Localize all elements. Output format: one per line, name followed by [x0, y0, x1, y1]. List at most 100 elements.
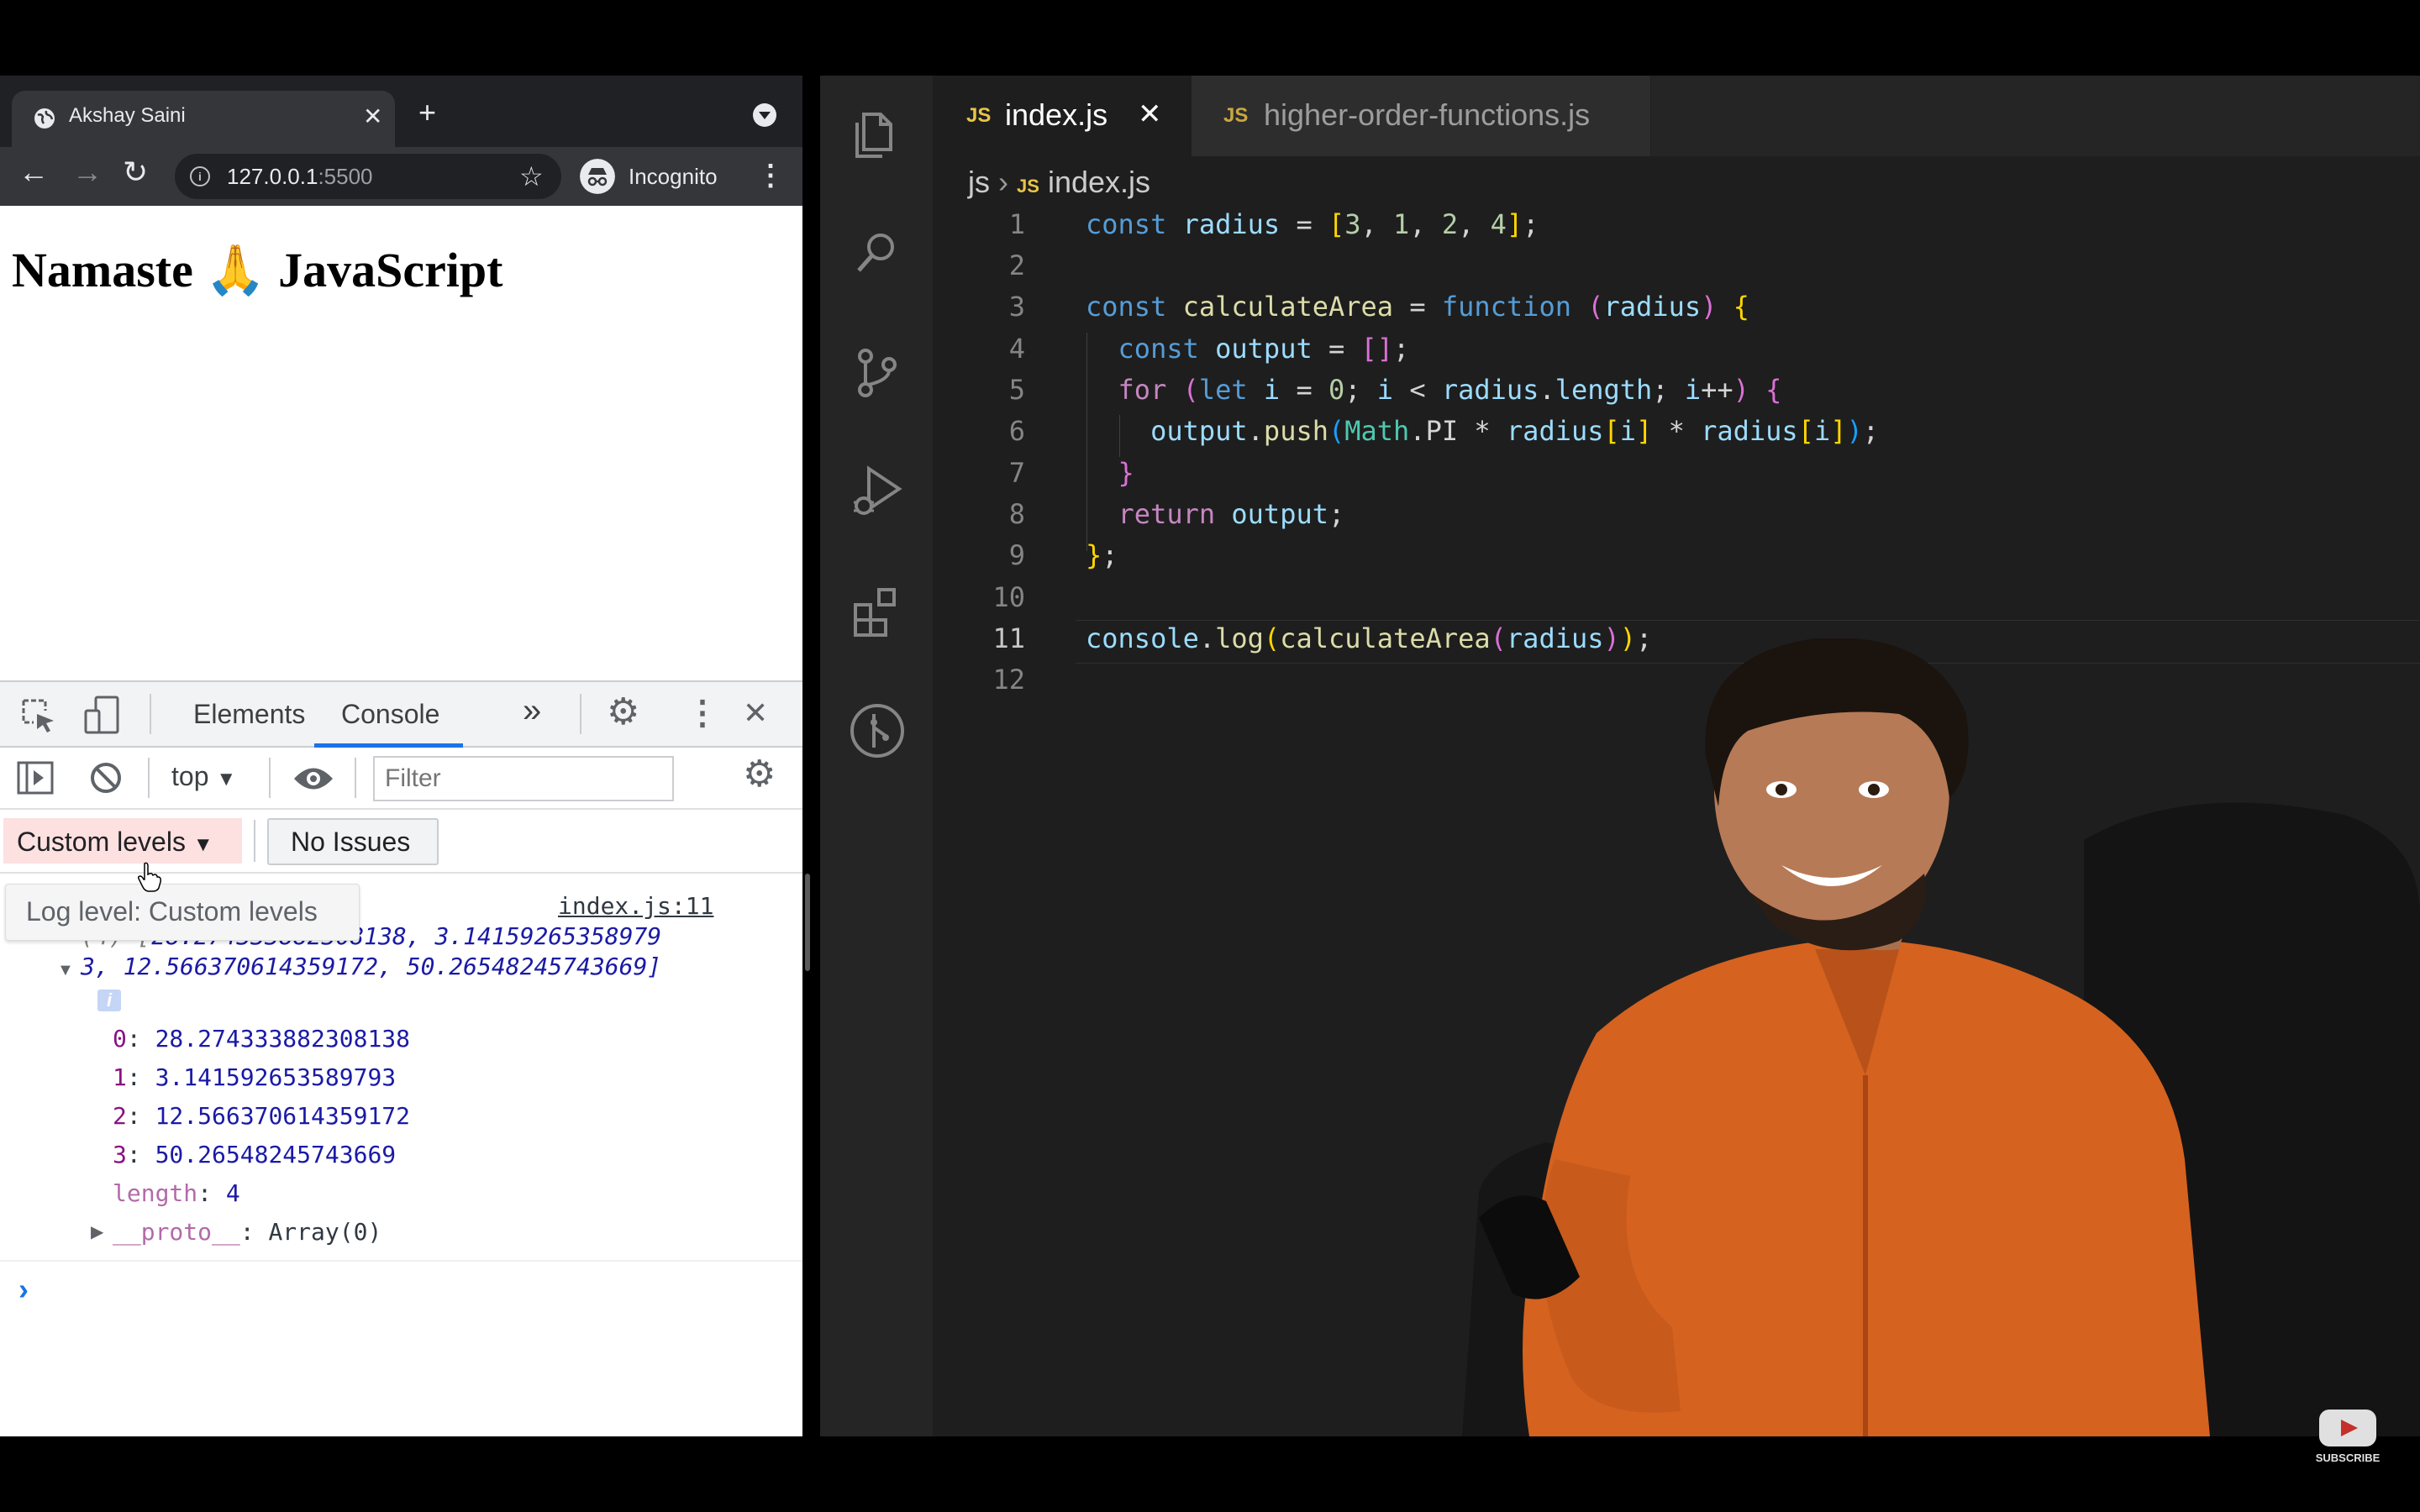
console-output: index.js:11 (4) [28.274333882308138, 3.1… [0, 874, 802, 1436]
presenter-webcam-overlay [1462, 638, 2420, 1436]
tab-search-button[interactable] [753, 103, 776, 127]
console-prompt-icon[interactable]: › [18, 1272, 29, 1307]
code-token: radius [1701, 415, 1798, 447]
source-link[interactable]: index.js:11 [558, 892, 713, 920]
code-token: 3 [1344, 208, 1361, 240]
browser-tab[interactable]: Akshay Saini ✕ [12, 91, 395, 147]
line-number: 3 [1008, 291, 1025, 323]
run-debug-icon[interactable] [845, 460, 909, 524]
array-proto[interactable]: __proto__: Array(0) [113, 1218, 381, 1246]
site-info-icon[interactable]: i [190, 166, 210, 186]
console-levels-bar: Custom levels ▼ No Issues [0, 810, 802, 874]
breadcrumb-file[interactable]: index.js [1048, 165, 1150, 199]
devtools-menu-icon[interactable]: ⋮ [686, 694, 719, 732]
code-token: .PI * [1409, 415, 1507, 447]
code-token: [ [1603, 415, 1620, 447]
editor-tab-index-js[interactable]: JS index.js ✕ [933, 76, 1192, 156]
filter-placeholder: Filter [385, 764, 441, 792]
expand-triangle-icon[interactable]: ▼ [57, 961, 74, 980]
code-token: ( [1587, 291, 1604, 323]
inspect-element-icon[interactable] [20, 697, 57, 734]
browser-menu-icon[interactable]: ⋮ [756, 159, 785, 192]
filter-input[interactable]: Filter [373, 756, 674, 801]
dropdown-arrow-icon: ▼ [192, 833, 213, 856]
code-token: ; [1862, 415, 1880, 447]
extensions-icon[interactable] [845, 580, 909, 643]
close-tab-icon[interactable]: ✕ [363, 102, 382, 130]
explorer-files-icon[interactable] [845, 101, 909, 165]
clear-console-icon[interactable] [89, 761, 123, 795]
line-number: 8 [1008, 498, 1025, 530]
settings-gear-icon[interactable]: ⚙ [607, 694, 639, 731]
back-arrow-icon[interactable]: ← [18, 157, 49, 187]
breadcrumb-folder[interactable]: js [968, 165, 990, 199]
activity-bar [820, 76, 933, 1436]
new-tab-button[interactable]: + [418, 97, 436, 128]
line-number: 10 [992, 581, 1025, 613]
tab-elements[interactable]: Elements [193, 699, 305, 730]
browser-window: Akshay Saini ✕ + ← → ↻ i 127.0.0.1:5500 … [0, 76, 802, 1436]
device-toolbar-icon[interactable] [84, 696, 121, 734]
code-token: ( [1263, 622, 1281, 654]
search-icon[interactable] [845, 220, 909, 284]
info-badge-icon[interactable]: i [97, 990, 121, 1011]
youtube-subscribe-watermark[interactable]: SUBSCRIBE [2314, 1404, 2381, 1472]
live-expression-eye-icon[interactable] [292, 764, 334, 793]
array-entry-3: 3: 50.26548245743669 [113, 1141, 397, 1168]
array-entry-1: 1: 3.141592653589793 [113, 1063, 397, 1091]
git-graph-icon[interactable] [845, 699, 909, 763]
entry-key: 2 [113, 1102, 127, 1130]
tab-console[interactable]: Console [314, 699, 464, 748]
context-select[interactable]: top ▼ [171, 761, 236, 792]
code-line: return output; [1086, 498, 1345, 530]
close-devtools-icon[interactable]: ✕ [743, 696, 768, 731]
code-token: * [1652, 415, 1702, 447]
youtube-logo-icon [2319, 1410, 2376, 1446]
entry-value: 3.141592653589793 [155, 1063, 397, 1091]
code-token: const [1086, 333, 1216, 365]
indent-guide [1086, 333, 1087, 551]
forward-arrow-icon[interactable]: → [72, 157, 103, 187]
line-number: 1 [1008, 208, 1025, 240]
incognito-label: Incognito [629, 164, 718, 189]
length-key: length [113, 1179, 198, 1207]
code-token: 2 [1441, 208, 1459, 240]
subscribe-label: SUBSCRIBE [2315, 1452, 2381, 1464]
more-tabs-icon[interactable]: » [523, 692, 541, 730]
bookmark-star-icon[interactable]: ☆ [519, 160, 544, 192]
log-levels-dropdown[interactable]: Custom levels ▼ [3, 818, 242, 864]
close-tab-icon[interactable]: ✕ [1138, 97, 1162, 131]
show-sidebar-icon[interactable] [17, 761, 54, 795]
address-bar[interactable]: i 127.0.0.1:5500 ☆ [175, 154, 561, 199]
console-settings-gear-icon[interactable]: ⚙ [743, 756, 776, 793]
line-number: 7 [1008, 457, 1025, 489]
code-token: radius [1441, 374, 1539, 406]
divider [254, 820, 255, 862]
js-file-icon: JS [966, 104, 992, 127]
line-number: 6 [1008, 415, 1025, 447]
code-line: } [1086, 457, 1134, 489]
issues-button[interactable]: No Issues [267, 818, 439, 865]
entry-value: 28.274333882308138 [155, 1025, 411, 1053]
code-token: ; [1652, 374, 1685, 406]
code-token: , [1458, 208, 1491, 240]
code-token: ] [1830, 415, 1847, 447]
length-value: 4 [225, 1179, 240, 1207]
indent-guide [1119, 415, 1120, 457]
code-editor[interactable]: const radius = [3, 1, 2, 4]; const calcul… [1086, 208, 2396, 712]
code-token: , [1360, 208, 1394, 240]
code-token: = [1312, 333, 1361, 365]
collapse-triangle-icon[interactable]: ▶ [91, 1221, 103, 1242]
source-control-icon[interactable] [845, 341, 909, 405]
panel-scrollbar[interactable] [805, 874, 810, 971]
code-line: }; [1086, 539, 1118, 571]
editor-tab-label: higher-order-functions.js [1264, 97, 1591, 132]
reload-icon[interactable]: ↻ [123, 157, 148, 187]
editor-tab-higher-order-functions[interactable]: JS higher-order-functions.js [1192, 76, 1651, 156]
divider [150, 694, 151, 734]
code-token: let [1198, 374, 1264, 406]
proto-value: Array(0) [268, 1218, 382, 1246]
entry-key: 3 [113, 1141, 127, 1168]
browser-toolbar: ← → ↻ i 127.0.0.1:5500 ☆ Incognito ⋮ [0, 147, 802, 206]
code-token: 0 [1328, 374, 1345, 406]
